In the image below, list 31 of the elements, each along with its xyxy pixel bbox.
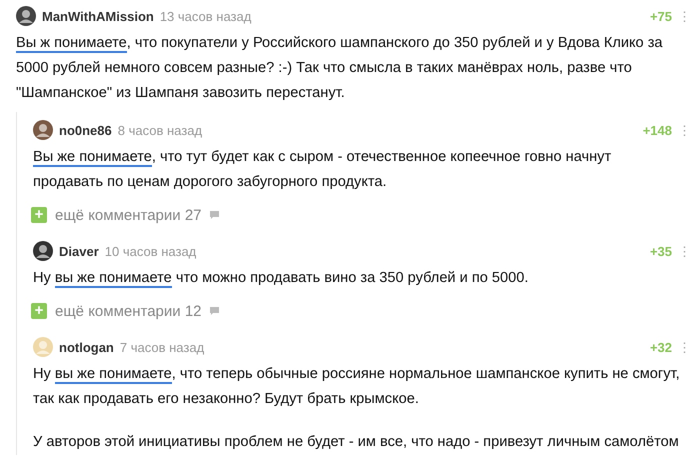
comment-author[interactable]: ManWithAMission [42, 8, 154, 24]
comment-author[interactable]: no0ne86 [59, 122, 112, 138]
more-menu-icon[interactable]: ⋮ [678, 8, 688, 24]
comment-time: 7 часов назад [120, 340, 204, 354]
more-menu-icon[interactable]: ⋮ [678, 122, 688, 138]
expand-button[interactable]: + [31, 303, 47, 319]
comment-time: 8 часов назад [118, 122, 202, 138]
comment-rating: +148 [642, 122, 672, 138]
avatar-icon [33, 241, 53, 261]
comment-icon [210, 307, 219, 315]
more-menu-icon[interactable]: ⋮ [678, 340, 688, 354]
comment-text: Вы же понимаете, что тут будет как с сыром - отечественное копеечное говно начнут продавать по ценам дорогого забугорного продукта. [33, 148, 612, 192]
comment-text: Вы ж понимаете, что покупатели у Российского шампанского до 350 рублей и у Вдова Клико за 5000 рублей немного совсем разные? :-) Так что смысла в таких манёврах ноль, разве что "Шампанское" из Шампаня завозить перестанут. [16, 34, 664, 103]
comment-time: 10 часов назад [104, 244, 196, 258]
avatar-icon [33, 337, 53, 357]
comment-text: Ну вы же понимаете что можно продавать вино за 350 рублей и по 5000. [33, 269, 530, 290]
comment-author[interactable]: notlogan [59, 340, 114, 354]
comment-icon [210, 211, 219, 219]
comment-rating: +35 [650, 244, 672, 258]
expand-button[interactable]: + [31, 207, 47, 223]
comment-text: У авторов этой инициативы проблем не будет - им все, что надо - привезут личным самолётом [33, 433, 680, 452]
more-comments-link[interactable]: ещё комментарии 12 [55, 302, 202, 320]
more-comments-link[interactable]: ещё комментарии 27 [55, 206, 202, 224]
comment-time: 13 часов назад [160, 8, 252, 24]
more-menu-icon[interactable]: ⋮ [678, 244, 688, 258]
avatar-icon [16, 6, 36, 26]
comment-author[interactable]: Diaver [59, 244, 99, 258]
comment-text: Ну вы же понимаете, что теперь обычные россияне нормальное шампанское купить не смогут, так как продавать его незаконно? Будут брать крымское. [33, 365, 681, 409]
avatar-icon [33, 120, 53, 140]
comment-rating: +75 [650, 8, 672, 24]
comment-rating: +32 [650, 340, 672, 354]
